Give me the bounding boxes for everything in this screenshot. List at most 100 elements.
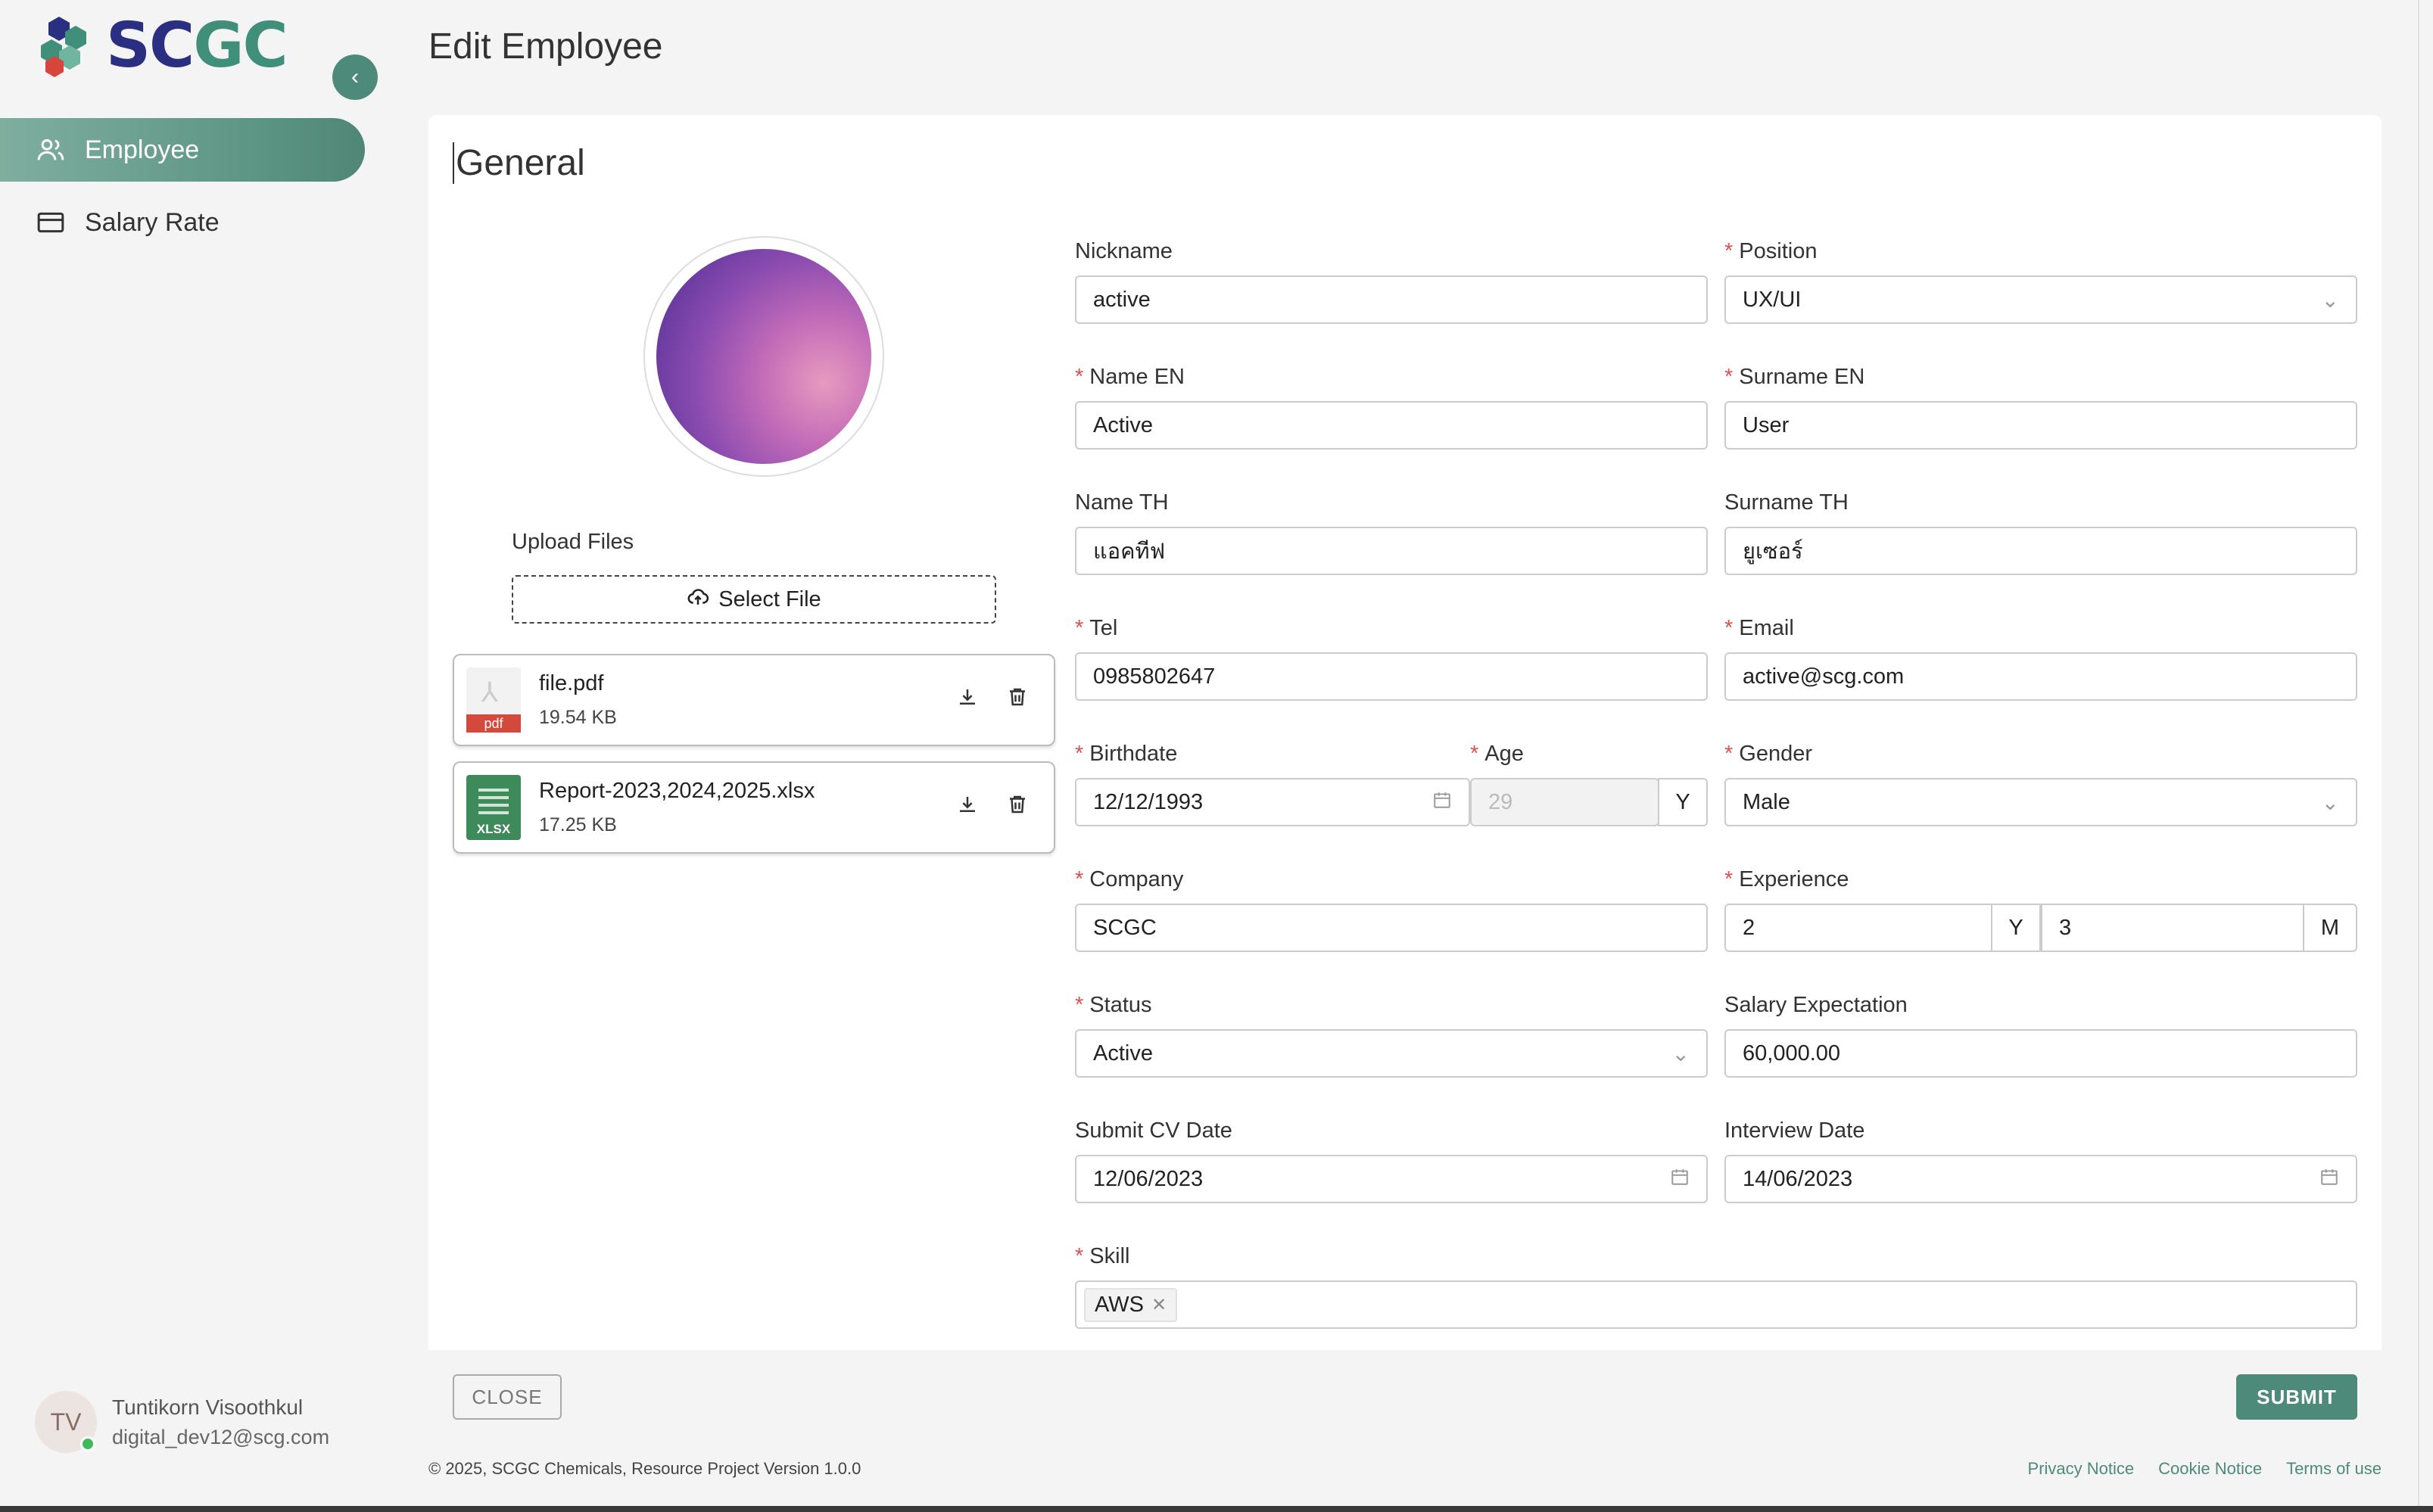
age-input: 29	[1470, 778, 1659, 826]
copyright-text: © 2025, SCGC Chemicals, Resource Project…	[428, 1459, 861, 1478]
email-value: active@scg.com	[1743, 664, 1905, 689]
submit-cv-date-value: 12/06/2023	[1093, 1166, 1204, 1191]
gender-select[interactable]: Male ⌄	[1724, 778, 2357, 826]
name-en-label-text: Name EN	[1089, 365, 1185, 389]
trash-icon[interactable]	[1004, 793, 1031, 822]
experience-months-unit: M	[2303, 904, 2357, 952]
tel-value: 0985802647	[1093, 664, 1216, 689]
calendar-icon	[1432, 790, 1452, 815]
interview-date-label: Interview Date	[1724, 1118, 1865, 1143]
name-en-value: Active	[1093, 412, 1153, 437]
privacy-notice-link[interactable]: Privacy Notice	[2028, 1459, 2135, 1479]
experience-years-input[interactable]: 2	[1724, 904, 1992, 952]
file-name: Report-2023,2024,2025.xlsx	[539, 779, 815, 803]
experience-years-unit: Y	[1991, 904, 2041, 952]
scrollbar[interactable]	[2418, 0, 2433, 1512]
user-profile[interactable]: TV Tuntikorn Visoothkul digital_dev12@sc…	[35, 1391, 329, 1453]
surname-th-input[interactable]: ยูเซอร์	[1724, 527, 2357, 575]
page-title: Edit Employee	[428, 26, 663, 67]
submit-cv-date-label: Submit CV Date	[1075, 1118, 1232, 1143]
calendar-icon	[2319, 1167, 2339, 1192]
chevron-left-icon: ‹	[351, 64, 359, 89]
status-label: * Status	[1075, 993, 1152, 1017]
logo-text-part1: SC	[106, 9, 195, 82]
sidebar-item-employee[interactable]: Employee	[0, 118, 365, 182]
email-label-text: Email	[1739, 616, 1794, 640]
acrobat-glyph-icon: ⅄	[481, 677, 498, 708]
avatar-initials: TV	[50, 1408, 82, 1436]
salary-expectation-input[interactable]: 60,000.00	[1724, 1029, 2357, 1078]
online-status-dot	[80, 1436, 95, 1451]
experience-months-value: 3	[2059, 915, 2072, 940]
scgc-logo[interactable]: SCGC	[36, 10, 288, 82]
cloud-upload-icon	[687, 586, 709, 614]
surname-en-input[interactable]: User	[1724, 401, 2357, 450]
position-label-text: Position	[1739, 239, 1818, 263]
name-en-label: * Name EN	[1075, 365, 1185, 389]
experience-months-input[interactable]: 3	[2041, 904, 2304, 952]
birthdate-picker[interactable]: 12/12/1993	[1075, 778, 1470, 826]
nickname-input[interactable]: active	[1075, 275, 1708, 324]
chevron-down-icon: ⌄	[1671, 1042, 1690, 1066]
logo-text-part2: GC	[193, 9, 288, 82]
email-input[interactable]: active@scg.com	[1724, 652, 2357, 701]
trash-icon[interactable]	[1004, 686, 1031, 714]
submit-button[interactable]: SUBMIT	[2236, 1374, 2357, 1420]
user-email: digital_dev12@scg.com	[112, 1425, 330, 1448]
interview-date-picker[interactable]: 14/06/2023	[1724, 1155, 2357, 1203]
status-value: Active	[1093, 1041, 1153, 1066]
select-file-button[interactable]: Select File	[512, 575, 996, 624]
skill-multiselect[interactable]: AWS ✕	[1075, 1280, 2357, 1329]
name-th-input[interactable]: แอคทีฟ	[1075, 527, 1708, 575]
footer-links: Privacy Notice Cookie Notice Terms of us…	[2028, 1459, 2382, 1479]
skill-tag-label: AWS	[1095, 1292, 1144, 1317]
section-title-general: General	[453, 142, 585, 184]
salary-expectation-value: 60,000.00	[1743, 1041, 1841, 1066]
terms-of-use-link[interactable]: Terms of use	[2286, 1459, 2382, 1479]
profile-photo-image	[656, 249, 871, 464]
profile-photo[interactable]	[643, 236, 884, 477]
skill-tag: AWS ✕	[1084, 1287, 1178, 1322]
logo-text: SCGC	[106, 9, 288, 82]
tel-input[interactable]: 0985802647	[1075, 652, 1708, 701]
download-icon[interactable]	[954, 686, 981, 714]
company-input[interactable]: SCGC	[1075, 904, 1708, 952]
age-label: * Age	[1470, 742, 1524, 766]
xlsx-file-icon: XLSX	[466, 775, 521, 840]
sidebar-item-label: Employee	[85, 135, 200, 164]
user-name: Tuntikorn Visoothkul	[112, 1395, 304, 1419]
file-size: 17.25 KB	[539, 814, 617, 835]
sidebar-item-salary-rate[interactable]: Salary Rate	[0, 191, 365, 254]
gender-label: * Gender	[1724, 742, 1813, 766]
name-th-label: Name TH	[1075, 490, 1169, 515]
file-size: 19.54 KB	[539, 707, 617, 728]
name-en-input[interactable]: Active	[1075, 401, 1708, 450]
cookie-notice-link[interactable]: Cookie Notice	[2158, 1459, 2262, 1479]
download-icon[interactable]	[954, 793, 981, 822]
sidebar: SCGC ‹ Employee Salary Rate TV Tuntikorn…	[0, 0, 394, 1512]
email-label: * Email	[1724, 616, 1794, 640]
company-label-text: Company	[1089, 867, 1184, 891]
hexagon-logo-icon	[41, 17, 86, 77]
gender-label-text: Gender	[1739, 742, 1813, 766]
position-label: * Position	[1724, 239, 1818, 263]
tel-label: * Tel	[1075, 616, 1118, 640]
experience-years-value: 2	[1743, 915, 1755, 940]
birthdate-value: 12/12/1993	[1093, 789, 1204, 814]
file-type-tag: XLSX	[476, 822, 511, 836]
name-th-value: แอคทีฟ	[1093, 540, 1166, 564]
position-select[interactable]: UX/UI ⌄	[1724, 275, 2357, 324]
experience-label-text: Experience	[1739, 867, 1849, 891]
file-item: ⅄ pdf file.pdf 19.54 KB	[453, 654, 1055, 746]
nickname-value: active	[1093, 287, 1151, 312]
skill-label: * Skill	[1075, 1244, 1130, 1268]
submit-cv-date-picker[interactable]: 12/06/2023	[1075, 1155, 1708, 1203]
status-select[interactable]: Active ⌄	[1075, 1029, 1708, 1078]
remove-tag-icon[interactable]: ✕	[1151, 1294, 1167, 1316]
company-label: * Company	[1075, 867, 1184, 891]
collapse-sidebar-button[interactable]: ‹	[332, 54, 378, 100]
close-button[interactable]: CLOSE	[453, 1374, 562, 1420]
age-unit-addon: Y	[1658, 778, 1708, 826]
file-item: XLSX Report-2023,2024,2025.xlsx 17.25 KB	[453, 761, 1055, 854]
age-value: 29	[1488, 789, 1513, 814]
